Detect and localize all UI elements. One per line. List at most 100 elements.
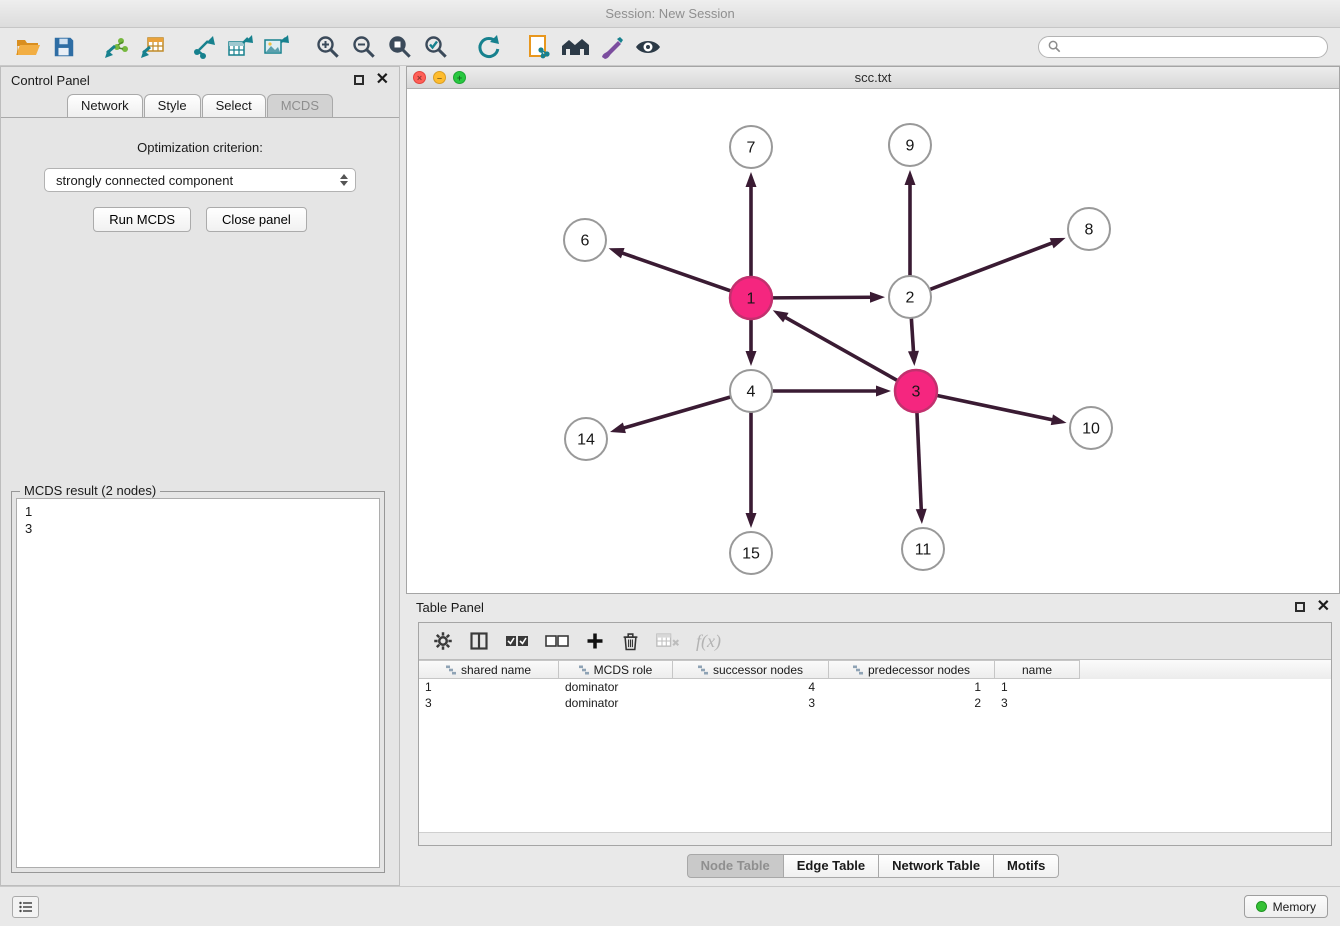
search-field[interactable] <box>1038 36 1328 58</box>
cell-mcds-role[interactable]: dominator <box>559 695 673 711</box>
delete-columns-icon[interactable] <box>621 631 640 651</box>
apply-function-icon[interactable]: f(x) <box>696 631 721 652</box>
criterion-dropdown-value: strongly connected component <box>56 173 336 188</box>
open-session-icon[interactable] <box>12 32 44 62</box>
svg-text:9: 9 <box>906 138 915 155</box>
show-columns-icon[interactable] <box>469 631 489 651</box>
graph-edge-3-1[interactable] <box>773 310 898 380</box>
create-column-icon[interactable] <box>585 631 605 651</box>
apply-style-icon[interactable] <box>596 32 628 62</box>
table-row[interactable]: 3 dominator 3 2 3 <box>419 695 1331 711</box>
graph-edge-2-9[interactable] <box>905 170 916 276</box>
cell-shared-name[interactable]: 3 <box>419 695 559 711</box>
criterion-dropdown[interactable]: strongly connected component <box>44 168 356 192</box>
cell-successor-nodes[interactable]: 3 <box>673 695 829 711</box>
tab-motifs[interactable]: Motifs <box>994 854 1059 878</box>
graph-edge-3-11[interactable] <box>916 412 927 524</box>
show-graphics-details-icon[interactable] <box>632 32 664 62</box>
cell-successor-nodes[interactable]: 4 <box>673 679 829 695</box>
cell-name[interactable]: 1 <box>995 679 1080 695</box>
float-panel-icon[interactable] <box>354 75 364 85</box>
import-network-icon[interactable] <box>100 32 132 62</box>
graph-node-9[interactable]: 9 <box>889 124 931 166</box>
search-icon <box>1048 40 1061 53</box>
network-window-titlebar[interactable]: scc.txt × – + <box>407 67 1339 89</box>
export-network-icon[interactable] <box>188 32 220 62</box>
window-minimize-icon[interactable]: – <box>433 71 446 84</box>
tab-mcds[interactable]: MCDS <box>267 94 333 117</box>
graph-node-2[interactable]: 2 <box>889 276 931 318</box>
graph-node-15[interactable]: 15 <box>730 532 772 574</box>
graph-edge-4-3[interactable] <box>772 386 891 397</box>
zoom-in-icon[interactable] <box>312 32 344 62</box>
cell-mcds-role[interactable]: dominator <box>559 679 673 695</box>
cell-shared-name[interactable]: 1 <box>419 679 559 695</box>
graph-node-1[interactable]: 1 <box>730 277 772 319</box>
close-table-panel-icon[interactable]: ✕ <box>1317 602 1330 612</box>
tab-network[interactable]: Network <box>67 94 143 117</box>
svg-text:3: 3 <box>912 384 921 401</box>
graph-node-8[interactable]: 8 <box>1068 208 1110 250</box>
column-label: shared name <box>461 663 531 677</box>
graph-edge-1-2[interactable] <box>772 292 885 303</box>
memory-button[interactable]: Memory <box>1244 895 1328 918</box>
graph-node-10[interactable]: 10 <box>1070 407 1112 449</box>
network-canvas[interactable]: 1 2 3 4 6 7 8 9 10 11 14 15 <box>407 89 1339 593</box>
window-close-icon[interactable]: × <box>413 71 426 84</box>
search-input[interactable] <box>1067 40 1318 54</box>
graph-node-3[interactable]: 3 <box>895 370 937 412</box>
graph-edge-2-3[interactable] <box>908 318 919 366</box>
mcds-result-text[interactable]: 1 3 <box>16 498 380 868</box>
tab-edge-table[interactable]: Edge Table <box>784 854 879 878</box>
column-header-predecessor-nodes[interactable]: predecessor nodes <box>829 660 995 679</box>
graph-edge-1-4[interactable] <box>746 319 757 366</box>
column-header-name[interactable]: name <box>995 660 1080 679</box>
select-all-icon[interactable] <box>505 633 529 649</box>
graph-node-4[interactable]: 4 <box>730 370 772 412</box>
deselect-all-icon[interactable] <box>545 633 569 649</box>
export-table-icon[interactable] <box>224 32 256 62</box>
column-header-mcds-role[interactable]: MCDS role <box>559 660 673 679</box>
close-panel-icon[interactable]: ✕ <box>376 75 389 85</box>
delete-table-icon[interactable] <box>656 632 680 650</box>
column-label: successor nodes <box>713 663 803 677</box>
window-zoom-icon[interactable]: + <box>453 71 466 84</box>
zoom-out-icon[interactable] <box>348 32 380 62</box>
close-panel-button[interactable]: Close panel <box>206 207 307 232</box>
dropdown-stepper-icon <box>336 174 351 186</box>
save-session-icon[interactable] <box>48 32 80 62</box>
graph-edge-4-15[interactable] <box>746 412 757 528</box>
graph-edge-3-10[interactable] <box>937 395 1067 425</box>
export-image-icon[interactable] <box>260 32 292 62</box>
table-row[interactable]: 1 dominator 4 1 1 <box>419 679 1331 695</box>
first-neighbors-icon[interactable] <box>560 32 592 62</box>
graph-edge-2-8[interactable] <box>930 238 1066 290</box>
table-panel-tabs: Node Table Edge Table Network Table Moti… <box>406 854 1340 878</box>
graph-node-6[interactable]: 6 <box>564 219 606 261</box>
tab-select[interactable]: Select <box>202 94 266 117</box>
import-table-icon[interactable] <box>136 32 168 62</box>
cell-name[interactable]: 3 <box>995 695 1080 711</box>
task-history-button[interactable] <box>12 896 39 918</box>
cell-predecessor-nodes[interactable]: 1 <box>829 679 995 695</box>
tab-node-table[interactable]: Node Table <box>687 854 784 878</box>
column-header-shared-name[interactable]: shared name <box>419 660 559 679</box>
table-horizontal-scrollbar[interactable] <box>419 832 1331 845</box>
graph-node-14[interactable]: 14 <box>565 418 607 460</box>
graph-node-7[interactable]: 7 <box>730 126 772 168</box>
graph-edge-4-14[interactable] <box>610 397 731 433</box>
table-settings-icon[interactable] <box>433 631 453 651</box>
graph-edge-1-7[interactable] <box>746 172 757 277</box>
zoom-selected-icon[interactable] <box>420 32 452 62</box>
new-network-from-selection-icon[interactable] <box>524 32 556 62</box>
refresh-layout-icon[interactable] <box>472 32 504 62</box>
column-header-successor-nodes[interactable]: successor nodes <box>673 660 829 679</box>
tab-style[interactable]: Style <box>144 94 201 117</box>
float-table-panel-icon[interactable] <box>1295 602 1305 612</box>
run-mcds-button[interactable]: Run MCDS <box>93 207 191 232</box>
graph-edge-1-6[interactable] <box>609 248 732 291</box>
tab-network-table[interactable]: Network Table <box>879 854 994 878</box>
cell-predecessor-nodes[interactable]: 2 <box>829 695 995 711</box>
graph-node-11[interactable]: 11 <box>902 528 944 570</box>
zoom-fit-icon[interactable] <box>384 32 416 62</box>
